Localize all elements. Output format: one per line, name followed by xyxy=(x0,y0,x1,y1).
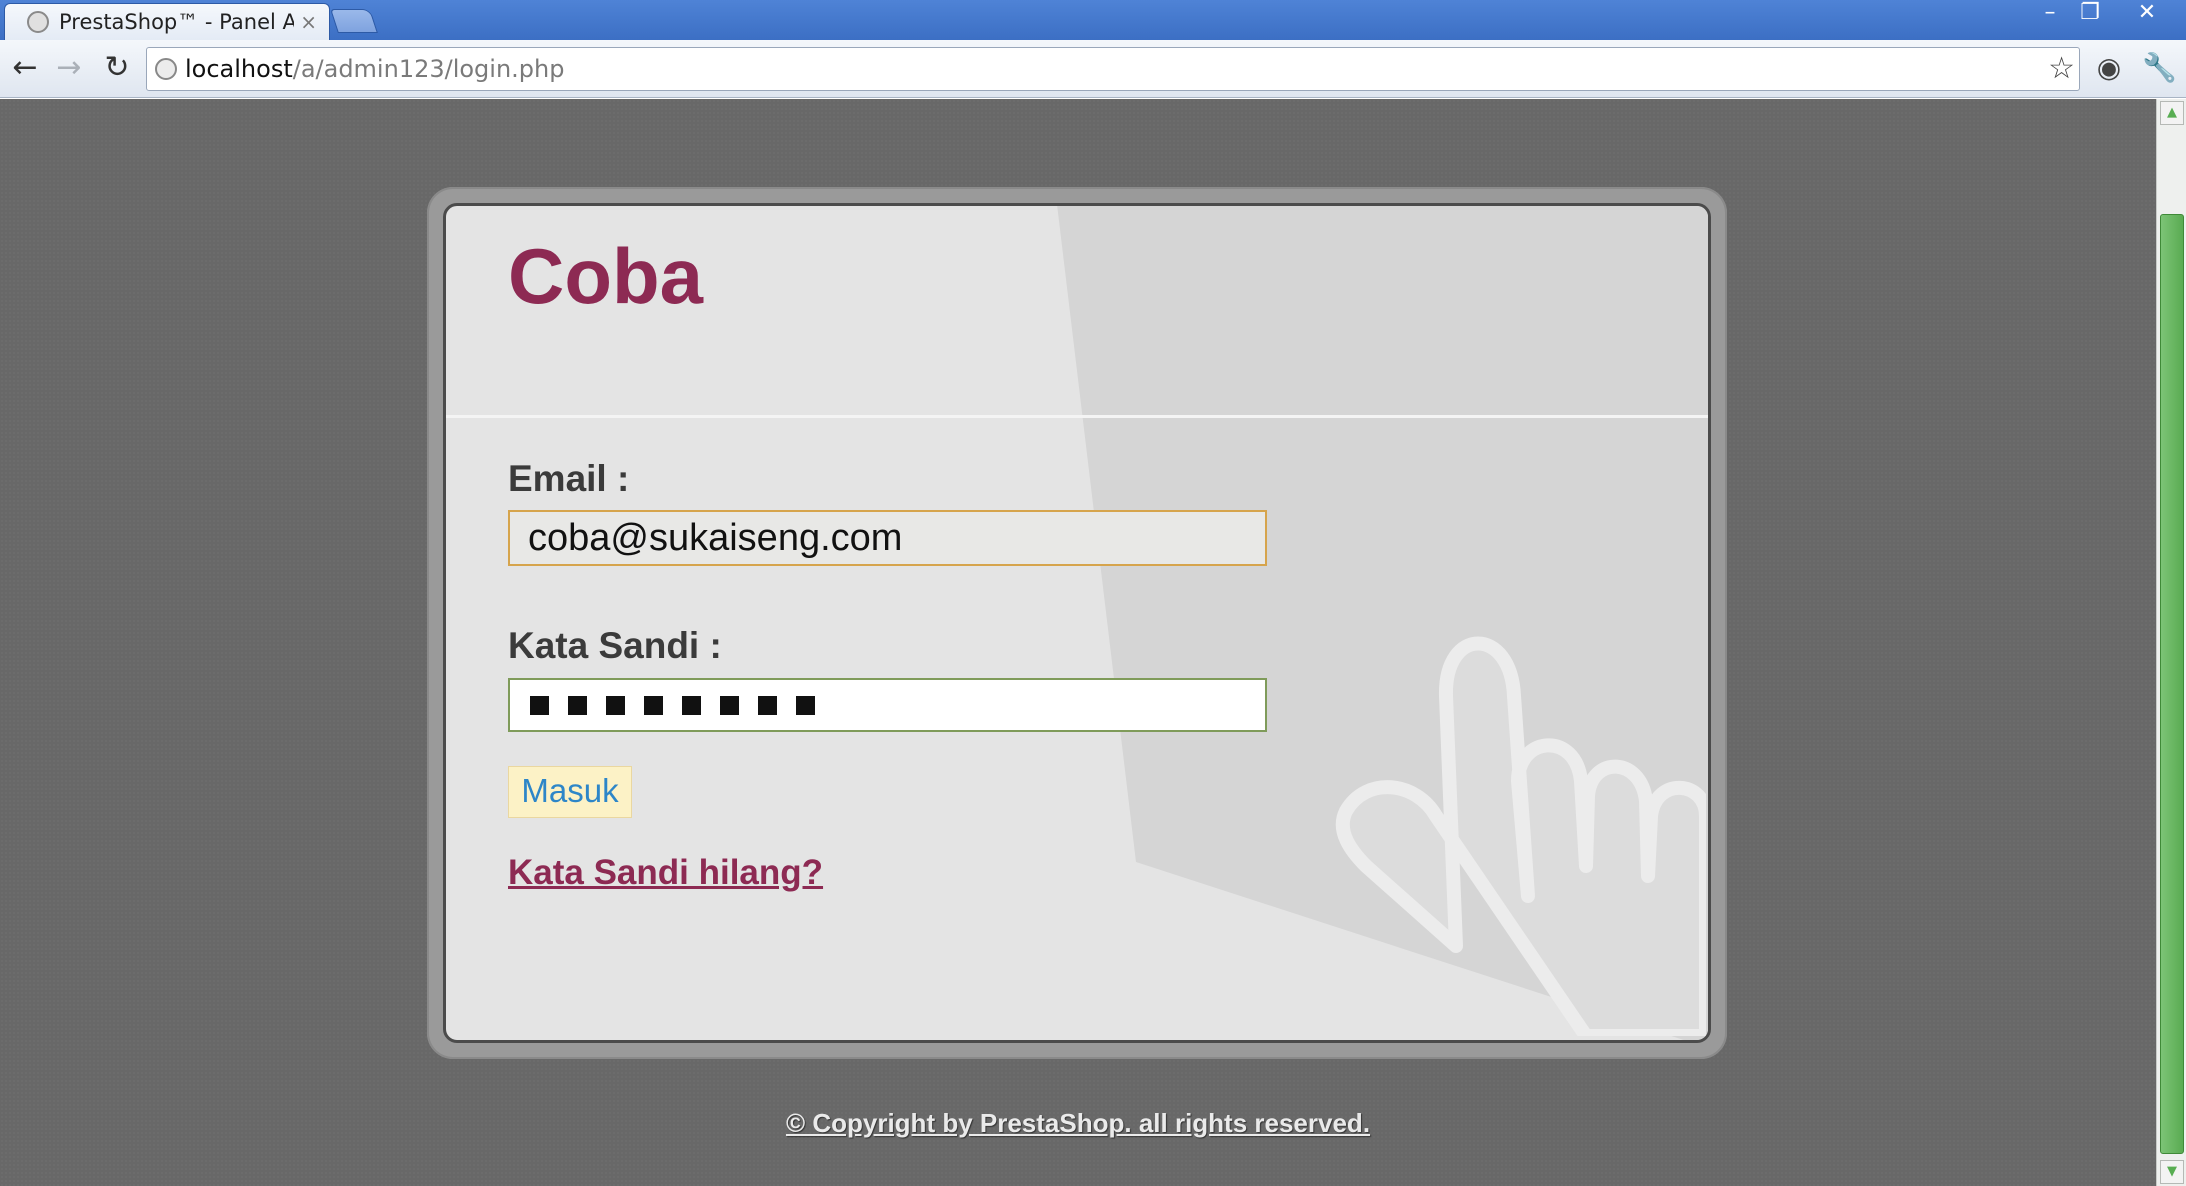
password-mask-dot xyxy=(568,695,587,715)
browser-toolbar: ← → ↻ localhost/a/admin123/login.php ☆ ◉… xyxy=(0,40,2186,98)
eye-extension-icon[interactable]: ◉ xyxy=(2092,52,2126,86)
browser-tab[interactable]: PrestaShop™ - Panel Adn × xyxy=(4,3,330,40)
url-path: /a/admin123/login.php xyxy=(292,55,565,83)
password-label: Kata Sandi : xyxy=(508,625,722,666)
header-divider xyxy=(446,415,1708,418)
password-mask-dot xyxy=(530,695,549,715)
password-mask-dot xyxy=(606,695,625,715)
login-button[interactable]: Masuk xyxy=(508,766,632,818)
password-mask-dot xyxy=(758,695,777,715)
forward-arrow-icon[interactable]: → xyxy=(52,52,86,86)
wrench-menu-icon[interactable]: 🔧 xyxy=(2142,52,2177,86)
new-tab-button[interactable] xyxy=(330,9,378,33)
email-field[interactable] xyxy=(508,510,1267,566)
copyright-link[interactable]: © Copyright by PrestaShop. all rights re… xyxy=(0,1108,2156,1139)
password-mask-dot xyxy=(682,695,701,715)
scrollbar-thumb[interactable] xyxy=(2160,214,2184,1154)
page-favicon-icon xyxy=(27,11,49,33)
restore-window-icon[interactable]: ❐ xyxy=(2070,0,2110,28)
tab-title: PrestaShop™ - Panel Adn xyxy=(59,10,294,34)
reload-icon[interactable]: ↻ xyxy=(100,52,134,86)
lost-password-link[interactable]: Kata Sandi hilang? xyxy=(508,853,823,893)
address-bar[interactable]: localhost/a/admin123/login.php ☆ xyxy=(146,47,2080,91)
shop-title: Coba xyxy=(508,232,703,320)
email-label: Email : xyxy=(508,458,630,499)
page-info-icon[interactable] xyxy=(155,58,177,80)
close-window-icon[interactable]: ✕ xyxy=(2124,0,2170,28)
password-mask-dot xyxy=(796,695,815,715)
scroll-up-icon[interactable]: ▲ xyxy=(2160,101,2184,125)
password-mask-dot xyxy=(720,695,739,715)
tab-close-icon[interactable]: × xyxy=(300,10,317,34)
url-host: localhost xyxy=(185,55,293,83)
pointing-hand-icon xyxy=(1335,636,1706,1036)
minimize-window-icon[interactable]: – xyxy=(2030,0,2070,28)
vertical-scrollbar[interactable]: ▲ ▼ xyxy=(2156,99,2186,1186)
password-mask-dot xyxy=(644,695,663,715)
back-arrow-icon[interactable]: ← xyxy=(8,52,42,86)
bookmark-star-icon[interactable]: ☆ xyxy=(2048,51,2075,86)
tab-strip: PrestaShop™ - Panel Adn × – ❐ ✕ xyxy=(0,0,2186,40)
scroll-down-icon[interactable]: ▼ xyxy=(2160,1160,2184,1184)
password-field[interactable] xyxy=(508,678,1267,732)
login-card: Coba Email : Kata Sandi : Masuk Kata San… xyxy=(443,203,1711,1043)
